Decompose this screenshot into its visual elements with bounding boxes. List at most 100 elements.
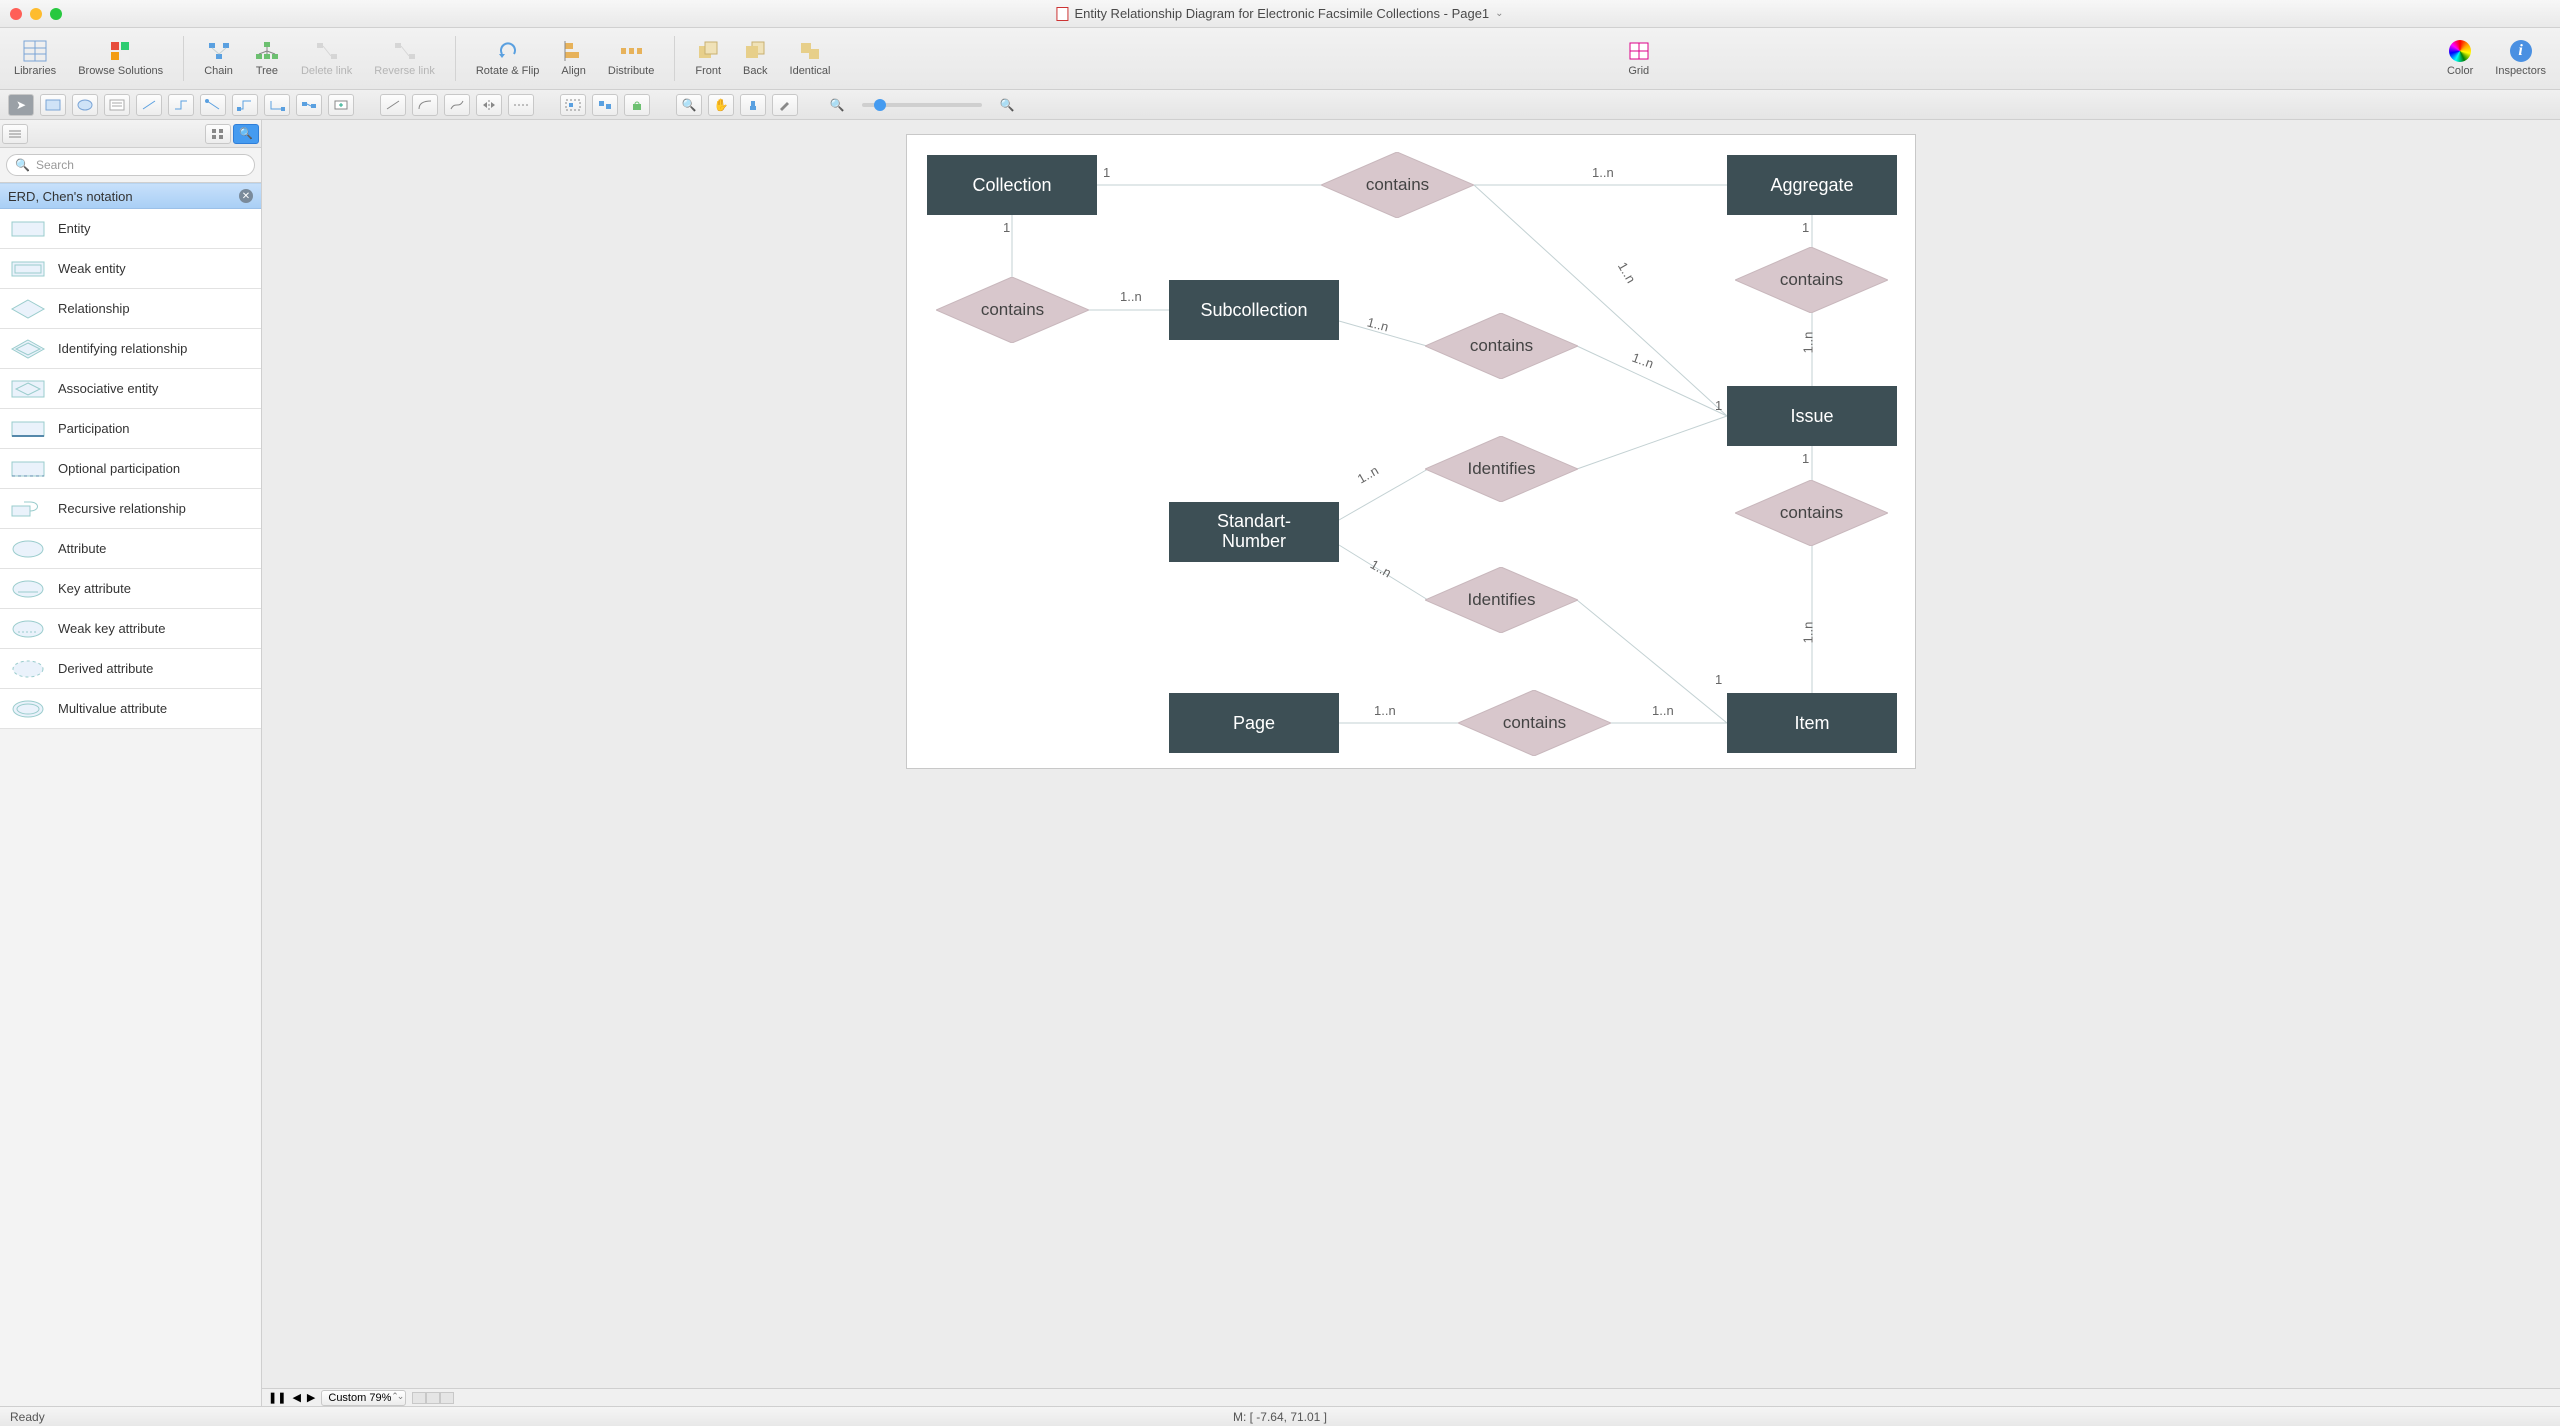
- rect-tool[interactable]: [40, 94, 66, 116]
- card-label: 1..n: [1652, 703, 1674, 718]
- stencil-item[interactable]: Identifying relationship: [0, 329, 261, 369]
- stencil-heading[interactable]: ERD, Chen's notation ✕: [0, 183, 261, 209]
- rel-subcollection-issue-contains[interactable]: contains: [1425, 313, 1578, 379]
- chain-button[interactable]: Chain: [198, 38, 239, 79]
- title-dropdown-icon[interactable]: ⌄: [1495, 8, 1503, 19]
- pause-icon[interactable]: ❚❚: [268, 1391, 286, 1404]
- zoom-tool[interactable]: 🔍: [676, 94, 702, 116]
- identical-button[interactable]: Identical: [784, 38, 837, 79]
- status-ready: Ready: [10, 1410, 45, 1424]
- insert-tool[interactable]: [328, 94, 354, 116]
- connector2-tool[interactable]: [168, 94, 194, 116]
- sidebar-mode-grid[interactable]: [205, 124, 231, 144]
- stencil-item[interactable]: Multivalue attribute: [0, 689, 261, 729]
- minimize-window-button[interactable]: [30, 8, 42, 20]
- rel-stdnum-item-identifies[interactable]: Identifies: [1425, 567, 1578, 633]
- text-tool[interactable]: [104, 94, 130, 116]
- document-icon: [1056, 7, 1068, 21]
- zoom-select[interactable]: Custom 79%: [321, 1390, 406, 1406]
- stencil-item[interactable]: Weak key attribute: [0, 609, 261, 649]
- rel-aggregate-issue-contains[interactable]: contains: [1735, 247, 1888, 313]
- entity-aggregate[interactable]: Aggregate: [1727, 155, 1897, 215]
- diagram-edges: [907, 135, 1915, 768]
- sidebar-mode-search[interactable]: 🔍: [233, 124, 259, 144]
- stencil-shape-icon: [10, 498, 46, 520]
- connector3-tool[interactable]: [200, 94, 226, 116]
- pointer-tool[interactable]: ➤: [8, 94, 34, 116]
- delete-link-button[interactable]: Delete link: [295, 38, 358, 79]
- entity-item[interactable]: Item: [1727, 693, 1897, 753]
- entity-standart-number[interactable]: Standart-Number: [1169, 502, 1339, 562]
- stencil-item[interactable]: Relationship: [0, 289, 261, 329]
- rel-page-item-contains[interactable]: contains: [1458, 690, 1611, 756]
- stencil-item[interactable]: Participation: [0, 409, 261, 449]
- arc-tool[interactable]: [412, 94, 438, 116]
- color-button[interactable]: Color: [2441, 38, 2479, 79]
- stencil-item[interactable]: Optional participation: [0, 449, 261, 489]
- entity-collection[interactable]: Collection: [927, 155, 1097, 215]
- zoom-slider[interactable]: [862, 103, 982, 107]
- rel-issue-item-contains[interactable]: contains: [1735, 480, 1888, 546]
- rel-stdnum-issue-identifies[interactable]: Identifies: [1425, 436, 1578, 502]
- next-page-icon[interactable]: ▶: [307, 1391, 315, 1404]
- mirror-h-tool[interactable]: [476, 94, 502, 116]
- mirror-v-tool[interactable]: [508, 94, 534, 116]
- lock-tool[interactable]: [624, 94, 650, 116]
- connector4-tool[interactable]: [232, 94, 258, 116]
- stencil-shape-icon: [10, 698, 46, 720]
- zoom-out-button[interactable]: 🔍: [824, 94, 850, 116]
- entity-issue[interactable]: Issue: [1727, 386, 1897, 446]
- spline-tool[interactable]: [444, 94, 470, 116]
- ellipse-tool[interactable]: [72, 94, 98, 116]
- search-input[interactable]: 🔍 Search: [6, 154, 255, 176]
- entity-page[interactable]: Page: [1169, 693, 1339, 753]
- libraries-button[interactable]: Libraries: [8, 38, 62, 79]
- inspectors-button[interactable]: iInspectors: [2489, 38, 2552, 79]
- card-label: 1: [1715, 672, 1722, 687]
- zoom-in-button[interactable]: 🔍: [994, 94, 1020, 116]
- group-tool[interactable]: [560, 94, 586, 116]
- view-mode-3[interactable]: [440, 1392, 454, 1404]
- stencil-item[interactable]: Derived attribute: [0, 649, 261, 689]
- pan-tool[interactable]: ✋: [708, 94, 734, 116]
- prev-page-icon[interactable]: ◀: [292, 1391, 300, 1404]
- page[interactable]: Collection Aggregate Subcollection Issue…: [906, 134, 1916, 769]
- connector6-tool[interactable]: [296, 94, 322, 116]
- canvas[interactable]: Collection Aggregate Subcollection Issue…: [262, 120, 2560, 1388]
- stencil-item[interactable]: Recursive relationship: [0, 489, 261, 529]
- stencil-item[interactable]: Attribute: [0, 529, 261, 569]
- stencil-label: Identifying relationship: [58, 341, 187, 356]
- rotate-flip-button[interactable]: Rotate & Flip: [470, 38, 546, 79]
- distribute-button[interactable]: Distribute: [602, 38, 660, 79]
- browse-solutions-button[interactable]: Browse Solutions: [72, 38, 169, 79]
- close-library-icon[interactable]: ✕: [239, 189, 253, 203]
- close-window-button[interactable]: [10, 8, 22, 20]
- reverse-link-button[interactable]: Reverse link: [368, 38, 441, 79]
- grid-button[interactable]: Grid: [1621, 38, 1657, 79]
- view-mode-1[interactable]: [412, 1392, 426, 1404]
- card-label: 1: [1715, 398, 1722, 413]
- stencil-item[interactable]: Entity: [0, 209, 261, 249]
- stencil-shape-icon: [10, 418, 46, 440]
- maximize-window-button[interactable]: [50, 8, 62, 20]
- ungroup-tool[interactable]: [592, 94, 618, 116]
- back-button[interactable]: Back: [737, 38, 773, 79]
- stencil-item[interactable]: Weak entity: [0, 249, 261, 289]
- entity-subcollection[interactable]: Subcollection: [1169, 280, 1339, 340]
- line-tool[interactable]: [380, 94, 406, 116]
- stamp-tool[interactable]: [740, 94, 766, 116]
- align-button[interactable]: Align: [555, 38, 591, 79]
- rel-collection-aggregate-contains[interactable]: contains: [1321, 152, 1474, 218]
- sidebar-mode-list[interactable]: [2, 124, 28, 144]
- view-mode-2[interactable]: [426, 1392, 440, 1404]
- rel-collection-subcollection-contains[interactable]: contains: [936, 277, 1089, 343]
- connector1-tool[interactable]: [136, 94, 162, 116]
- stencil-item[interactable]: Key attribute: [0, 569, 261, 609]
- eyedropper-tool[interactable]: [772, 94, 798, 116]
- tree-button[interactable]: Tree: [249, 38, 285, 79]
- connector5-tool[interactable]: [264, 94, 290, 116]
- stencil-item[interactable]: Associative entity: [0, 369, 261, 409]
- main-toolbar: Libraries Browse Solutions Chain Tree De…: [0, 28, 2560, 90]
- front-button[interactable]: Front: [689, 38, 727, 79]
- stencil-label: Recursive relationship: [58, 501, 186, 516]
